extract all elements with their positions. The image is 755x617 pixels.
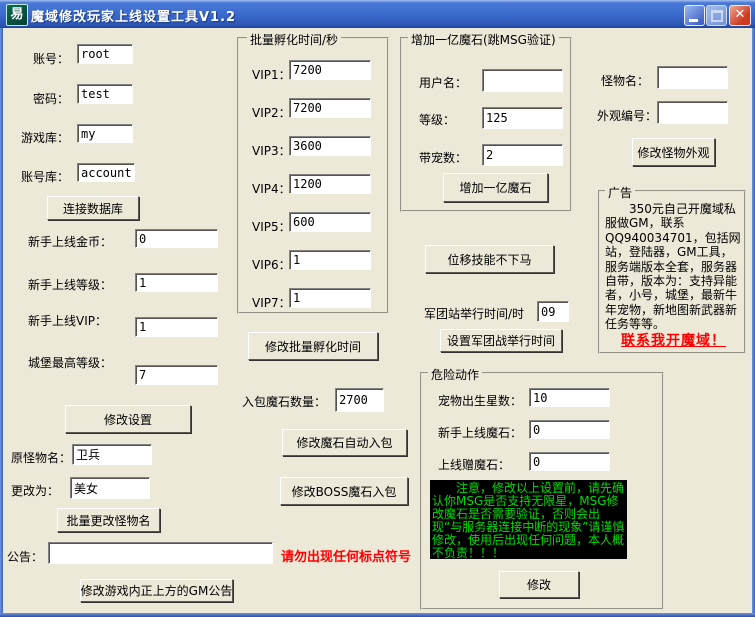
pet-count-label: 带宠数：	[419, 149, 467, 166]
newbie-level-label: 新手上线等级：	[28, 276, 112, 293]
pet-count-input[interactable]	[482, 144, 563, 166]
monster-name-input[interactable]	[657, 66, 728, 89]
vip3-input[interactable]	[289, 136, 371, 156]
legion-time-label: 军团站举行时间/时	[424, 305, 524, 322]
maximize-icon[interactable]	[706, 5, 727, 26]
password-label: 密码：	[33, 90, 69, 107]
connect-db-button[interactable]: 连接数据库	[47, 196, 139, 220]
newbie-stone-label: 新手上线魔石：	[438, 424, 522, 441]
legion-time-input[interactable]	[537, 301, 569, 322]
ad-text: 350元自己开魔域私服做GM，联系QQ940034701，包括网站，登陆器，GM…	[605, 202, 742, 332]
vip2-label: VIP2：	[252, 104, 291, 121]
close-icon[interactable]: ✕	[729, 5, 751, 26]
app-window: 易 魔域修改玩家上线设置工具V1.2 ✕ 账号： 密码： 游戏库： 账号库： 连…	[0, 0, 755, 617]
ad-contact-link[interactable]: 联系我开魔域！	[621, 330, 726, 350]
accountdb-label: 账号库：	[21, 168, 69, 185]
modify-hatch-button[interactable]: 修改批量孵化时间	[248, 332, 378, 360]
look-code-input[interactable]	[657, 101, 728, 124]
look-code-label: 外观编号：	[597, 107, 657, 124]
new-monster-label: 更改为：	[11, 482, 59, 499]
boss-pack-button[interactable]: 修改BOSS魔石入包	[280, 477, 408, 505]
danger-modify-button[interactable]: 修改	[499, 571, 579, 598]
online-stone-label: 上线赠魔石：	[438, 456, 510, 473]
new-monster-input[interactable]	[70, 477, 150, 499]
vip6-input[interactable]	[289, 250, 371, 270]
vip3-label: VIP3：	[252, 142, 291, 159]
window-border-bottom	[0, 613, 755, 617]
add-stone-group-title: 增加一亿魔石(跳MSG验证)	[408, 31, 559, 48]
vip6-label: VIP6：	[252, 256, 291, 273]
announce-input[interactable]	[48, 542, 273, 564]
danger-group-title: 危险动作	[428, 366, 482, 383]
vip5-input[interactable]	[289, 212, 371, 232]
modify-look-button[interactable]: 修改怪物外观	[632, 138, 715, 166]
level-label: 等级：	[419, 111, 455, 128]
vip7-label: VIP7：	[252, 294, 291, 311]
newbie-gold-label: 新手上线金币：	[28, 233, 112, 250]
announce-warning: 请勿出现任何标点符号	[281, 546, 411, 565]
account-input[interactable]	[77, 44, 133, 64]
minimize-icon[interactable]	[684, 5, 705, 26]
account-label: 账号：	[33, 50, 69, 67]
hatch-group-title: 批量孵化时间/秒	[247, 31, 341, 48]
vip1-input[interactable]	[289, 60, 371, 80]
monster-name-label: 怪物名：	[601, 72, 649, 89]
newbie-vip-label: 新手上线VIP：	[28, 312, 107, 329]
danger-warning-console: 注意，修改以上设置前，请先确认你MSG是否支持无限星，MSG修改魔石是否需要验证…	[430, 480, 627, 559]
hatch-groupbox: 批量孵化时间/秒 VIP1： VIP2： VIP3： VIP4： VIP5： V…	[237, 37, 389, 314]
username-label: 用户名：	[419, 74, 467, 91]
newbie-level-input[interactable]	[135, 273, 218, 292]
old-monster-label: 原怪物名：	[11, 449, 71, 466]
announce-label: 公告：	[7, 548, 43, 565]
set-legion-time-button[interactable]: 设置军团战举行时间	[440, 329, 562, 352]
modify-gm-announce-button[interactable]: 修改游戏内正上方的GM公告	[80, 579, 233, 602]
batch-rename-button[interactable]: 批量更改怪物名	[57, 508, 160, 532]
title-bar: 易 魔域修改玩家上线设置工具V1.2 ✕	[0, 0, 755, 28]
auto-pack-button[interactable]: 修改魔石自动入包	[282, 429, 407, 456]
vip7-input[interactable]	[289, 288, 371, 308]
vip4-label: VIP4：	[252, 180, 291, 197]
old-monster-input[interactable]	[72, 444, 152, 465]
newbie-stone-input[interactable]	[529, 420, 610, 439]
vip5-label: VIP5：	[252, 218, 291, 235]
vip4-input[interactable]	[289, 174, 371, 194]
castle-max-input[interactable]	[135, 365, 218, 385]
level-input[interactable]	[482, 107, 563, 129]
gamedb-label: 游戏库：	[21, 129, 69, 146]
add-stone-button[interactable]: 增加一亿魔石	[443, 173, 548, 202]
password-input[interactable]	[77, 84, 133, 104]
add-stone-groupbox: 增加一亿魔石(跳MSG验证) 用户名： 等级： 带宠数： 增加一亿魔石	[400, 37, 572, 212]
gamedb-input[interactable]	[77, 124, 133, 143]
window-border-left	[0, 28, 3, 617]
castle-max-label: 城堡最高等级：	[28, 354, 112, 371]
accountdb-input[interactable]	[77, 163, 135, 182]
online-stone-input[interactable]	[529, 452, 610, 471]
modify-settings-button[interactable]: 修改设置	[65, 405, 191, 433]
danger-groupbox: 危险动作 宠物出生星数： 新手上线魔石： 上线赠魔石： 注意，修改以上设置前，请…	[420, 372, 664, 610]
newbie-gold-input[interactable]	[135, 229, 218, 248]
pet-star-input[interactable]	[529, 388, 610, 407]
stone-count-input[interactable]	[335, 388, 384, 412]
skill-no-dismount-button[interactable]: 位移技能不下马	[425, 245, 554, 273]
ad-groupbox: 广告 350元自己开魔域私服做GM，联系QQ940034701，包括网站，登陆器…	[598, 190, 746, 354]
vip2-input[interactable]	[289, 98, 371, 118]
pet-star-label: 宠物出生星数：	[438, 392, 522, 409]
newbie-vip-input[interactable]	[135, 317, 218, 337]
vip1-label: VIP1：	[252, 66, 291, 83]
window-title: 魔域修改玩家上线设置工具V1.2	[31, 6, 236, 25]
stone-count-label: 入包魔石数量：	[242, 393, 326, 410]
app-icon: 易	[6, 4, 28, 26]
ad-group-title: 广告	[605, 184, 635, 201]
username-input[interactable]	[482, 69, 563, 92]
